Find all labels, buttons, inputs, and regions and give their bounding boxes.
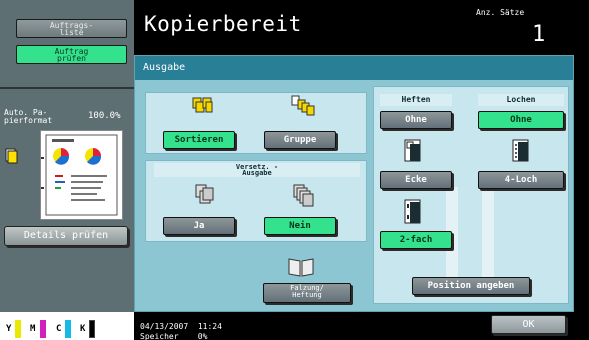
position-button[interactable]: Position angeben [412, 277, 530, 295]
punch-off-button[interactable]: Ohne [478, 111, 564, 129]
status-title: Kopierbereit [144, 12, 302, 36]
punch-header: Lochen [478, 94, 564, 106]
zoom-value: 100.0% [88, 111, 121, 121]
sort-group: Sortieren Gruppe [145, 92, 367, 154]
offset-group: Versetz. - Ausgabe Ja Nein [145, 160, 367, 242]
offset-no-button[interactable]: Nein [264, 217, 336, 235]
header: Kopierbereit Anz. Sätze 1 [134, 0, 589, 55]
sort-button[interactable]: Sortieren [163, 131, 235, 149]
toner-k-label: K [80, 324, 86, 334]
staple-2pos-button[interactable]: 2-fach [380, 231, 452, 249]
staple-corner-button[interactable]: Ecke [380, 171, 452, 189]
staple-2pos-icon [404, 199, 421, 224]
panel-title: Ausgabe [135, 56, 573, 80]
offset-label-text: Versetz. - Ausgabe [235, 163, 279, 177]
punch-track [482, 187, 494, 287]
toner-c-label: C [56, 324, 62, 334]
toner-status: Y M C K [0, 312, 134, 340]
finishing-group: Heften Lochen Ohne Ohne Ecke 4-Loch 2-fa… [373, 86, 569, 304]
sidebar-divider [0, 87, 134, 89]
toner-m-label: M [30, 324, 36, 334]
fold-staple-label: Falzung/ Heftung [290, 284, 324, 299]
toner-y-bar [15, 320, 21, 338]
copier-screen: Auftrags- liste Auftrag prüfen Auto. Pa-… [0, 0, 589, 340]
offset-no-icon [293, 184, 314, 207]
job-list-label: Auftrags- liste [49, 21, 94, 37]
page-preview [40, 130, 123, 220]
job-list-button[interactable]: Auftrags- liste [16, 19, 127, 38]
fold-staple-button[interactable]: Falzung/ Heftung [263, 283, 351, 303]
timestamp: 04/13/2007 11:24 [140, 322, 222, 331]
offset-yes-icon [195, 184, 214, 204]
fold-staple-icon [288, 258, 314, 277]
ok-button[interactable]: OK [491, 315, 566, 334]
staple-off-button[interactable]: Ohne [380, 111, 452, 129]
output-panel: Ausgabe Sortieren Gruppe Versetz. - Ausg… [134, 55, 574, 312]
memory-label: Speicher [140, 332, 179, 340]
details-button[interactable]: Details prüfen [4, 226, 128, 246]
paper-tray-icon [5, 148, 18, 164]
staple-header: Heften [380, 94, 452, 106]
date-text: 04/13/2007 [140, 322, 189, 331]
copy-count-label: Anz. Sätze [476, 8, 525, 17]
toner-y-label: Y [6, 324, 12, 334]
punch-4hole-button[interactable]: 4-Loch [478, 171, 564, 189]
offset-label: Versetz. - Ausgabe [154, 163, 360, 177]
preview-thumbnail-icon [41, 134, 118, 216]
offset-yes-button[interactable]: Ja [163, 217, 235, 235]
check-job-label: Auftrag prüfen [54, 47, 89, 63]
sort-icon [192, 97, 213, 113]
copy-count-value: 1 [532, 22, 546, 47]
toner-m-bar [40, 320, 46, 338]
toner-k-bar [89, 320, 95, 338]
punch-4hole-icon [512, 139, 529, 162]
check-job-button[interactable]: Auftrag prüfen [16, 45, 127, 64]
memory-value: 0% [197, 332, 208, 340]
toner-c-bar [65, 320, 71, 338]
sidebar: Auftrags- liste Auftrag prüfen Auto. Pa-… [0, 0, 134, 340]
time-text: 11:24 [197, 322, 222, 331]
group-button[interactable]: Gruppe [264, 131, 336, 149]
memory-status: Speicher 0% [140, 332, 207, 340]
panel-body: Sortieren Gruppe Versetz. - Ausgabe Ja N… [135, 80, 573, 311]
paper-format-label: Auto. Pa- pierformat [4, 108, 53, 125]
staple-corner-icon [404, 139, 421, 162]
group-icon [291, 95, 315, 116]
